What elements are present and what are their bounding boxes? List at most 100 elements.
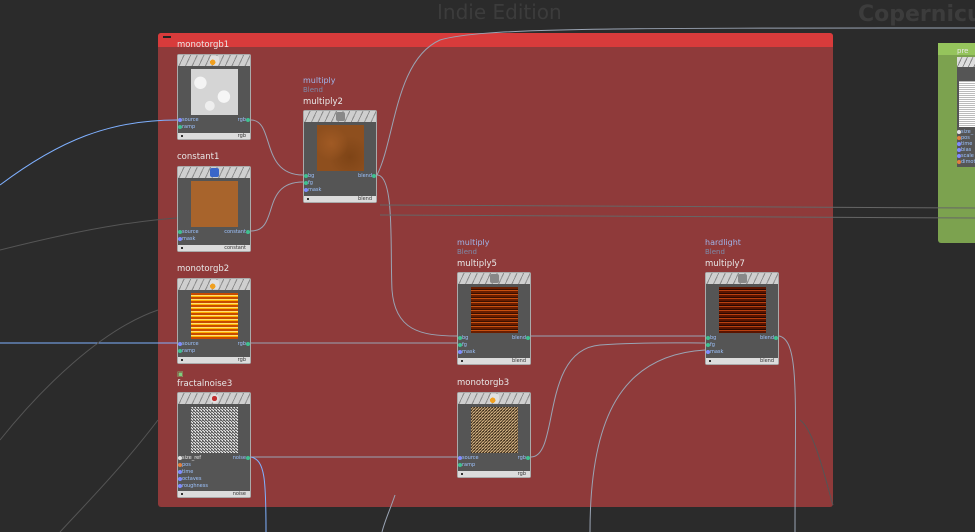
wire-bottom-1 <box>381 494 396 532</box>
node-header[interactable] <box>178 279 250 290</box>
wire-monotorgb3-multiply7 <box>530 342 706 458</box>
node-thumbnail <box>471 407 518 453</box>
node-body[interactable]: size_ref pos time octaves roughness nois… <box>177 392 251 498</box>
node-type: multiply <box>303 76 336 85</box>
input-port-fg[interactable]: fg <box>304 180 313 186</box>
node-footer: rgb <box>178 357 250 363</box>
input-port-bg[interactable]: bg <box>457 335 468 341</box>
output-port-noise[interactable]: noise <box>233 455 251 461</box>
output-port-rgb[interactable]: rgb <box>238 117 251 123</box>
node-footer: blend <box>706 358 778 364</box>
square-icon <box>210 168 219 177</box>
palette-icon <box>210 280 219 289</box>
input-port-source[interactable]: source <box>178 229 199 235</box>
input-port-source[interactable]: source <box>178 341 199 347</box>
input-port-ramp[interactable]: ramp <box>177 348 195 354</box>
input-port-mask[interactable]: mask <box>457 349 475 355</box>
node-name[interactable]: constant1 <box>177 152 219 162</box>
input-port-octaves[interactable]: octaves <box>177 476 201 482</box>
palette-icon <box>490 394 499 403</box>
blend-icon <box>336 112 345 121</box>
input-port-ramp[interactable]: ramp <box>457 462 475 468</box>
node-subtype: Blend <box>705 248 725 256</box>
input-port-bg[interactable]: bg <box>303 173 314 179</box>
node-name[interactable]: multiply7 <box>705 259 745 269</box>
node-header[interactable] <box>178 55 250 66</box>
node-body[interactable]: source ramp rgb rgb <box>177 278 251 364</box>
wire-bg-2 <box>0 309 159 441</box>
blend-icon <box>738 274 747 283</box>
input-port-source[interactable]: source <box>178 117 199 123</box>
node-name[interactable]: monotorgb3 <box>457 378 509 388</box>
node-footer: rgb <box>178 133 250 139</box>
input-port-pos[interactable]: pos <box>178 462 191 468</box>
input-port-fg[interactable]: fg <box>706 342 715 348</box>
input-port-bg[interactable]: bg <box>705 335 716 341</box>
node-footer: blend <box>458 358 530 364</box>
output-port-rgb[interactable]: rgb <box>518 455 531 461</box>
output-port-constant[interactable]: constant <box>224 229 250 235</box>
bypass-flag-icon[interactable]: ▣ <box>177 370 184 378</box>
node-header[interactable] <box>178 167 250 178</box>
node-body[interactable]: bg fg mask blend blend <box>303 110 377 203</box>
output-port-blend[interactable]: blend <box>358 173 376 179</box>
wire-bottom-2 <box>799 419 834 506</box>
wire-constant1-multiply2 <box>250 181 304 232</box>
node-body[interactable]: bg fg mask blend blend <box>457 272 531 365</box>
input-port-ramp[interactable]: ramp <box>177 124 195 130</box>
node-thumbnail <box>191 293 238 339</box>
input-port-mask[interactable]: mask <box>303 187 321 193</box>
node-thumbnail <box>719 287 766 333</box>
node-footer: rgb <box>458 471 530 477</box>
wire-bg-3 <box>59 419 159 532</box>
node-subtype: Blend <box>303 86 323 94</box>
node-subtype: Blend <box>457 248 477 256</box>
wire-to-green-2 <box>379 214 975 219</box>
input-port-source[interactable]: source <box>458 455 479 461</box>
wire-monotorgb1-multiply2 <box>250 119 304 176</box>
wire-fractalnoise3-down <box>250 456 267 532</box>
node-body[interactable]: source ramp rgb rgb <box>457 392 531 478</box>
node-header[interactable] <box>304 111 376 122</box>
node-thumbnail <box>191 407 238 453</box>
node-type: multiply <box>457 238 490 247</box>
wire-multiply2-multiply5 <box>376 174 458 337</box>
node-name[interactable]: multiply2 <box>303 97 343 107</box>
input-port-size-ref[interactable]: size_ref <box>178 455 201 461</box>
wire-up-multiply7 <box>589 349 706 532</box>
node-header[interactable] <box>706 273 778 284</box>
node-name[interactable]: monotorgb1 <box>177 40 229 50</box>
node-header[interactable] <box>458 393 530 404</box>
node-footer: constant <box>178 245 250 251</box>
node-header[interactable] <box>178 393 250 404</box>
node-thumbnail <box>317 125 364 171</box>
blend-icon <box>490 274 499 283</box>
palette-icon <box>210 56 219 65</box>
node-body[interactable]: source mask constant constant <box>177 166 251 252</box>
node-footer: blend <box>304 196 376 202</box>
node-body[interactable]: source ramp rgb rgb <box>177 54 251 140</box>
output-port-blend[interactable]: blend <box>512 335 530 341</box>
input-port-fg[interactable]: fg <box>458 342 467 348</box>
node-type: hardlight <box>705 238 741 247</box>
node-name[interactable]: multiply5 <box>457 259 497 269</box>
node-name[interactable]: fractalnoise3 <box>177 379 232 389</box>
wire-multiply7-down <box>778 335 797 532</box>
node-name[interactable]: monotorgb2 <box>177 264 229 274</box>
output-port-rgb[interactable]: rgb <box>238 341 251 347</box>
node-header[interactable] <box>458 273 530 284</box>
wire-left-to-monotorgb1 <box>0 119 178 186</box>
input-port-mask[interactable]: mask <box>177 236 195 242</box>
input-port-mask[interactable]: mask <box>705 349 723 355</box>
node-body[interactable]: bg fg mask blend blend <box>705 272 779 365</box>
input-port-roughness[interactable]: roughness <box>178 483 208 489</box>
wire-to-green-1 <box>379 204 975 209</box>
input-port-time[interactable]: time <box>177 469 193 475</box>
node-footer: noise <box>178 491 250 497</box>
output-port-blend[interactable]: blend <box>760 335 778 341</box>
node-thumbnail <box>191 181 238 227</box>
noise-icon <box>210 394 219 403</box>
node-thumbnail <box>191 69 238 115</box>
wire-multiply2-up <box>376 27 975 176</box>
node-thumbnail <box>471 287 518 333</box>
